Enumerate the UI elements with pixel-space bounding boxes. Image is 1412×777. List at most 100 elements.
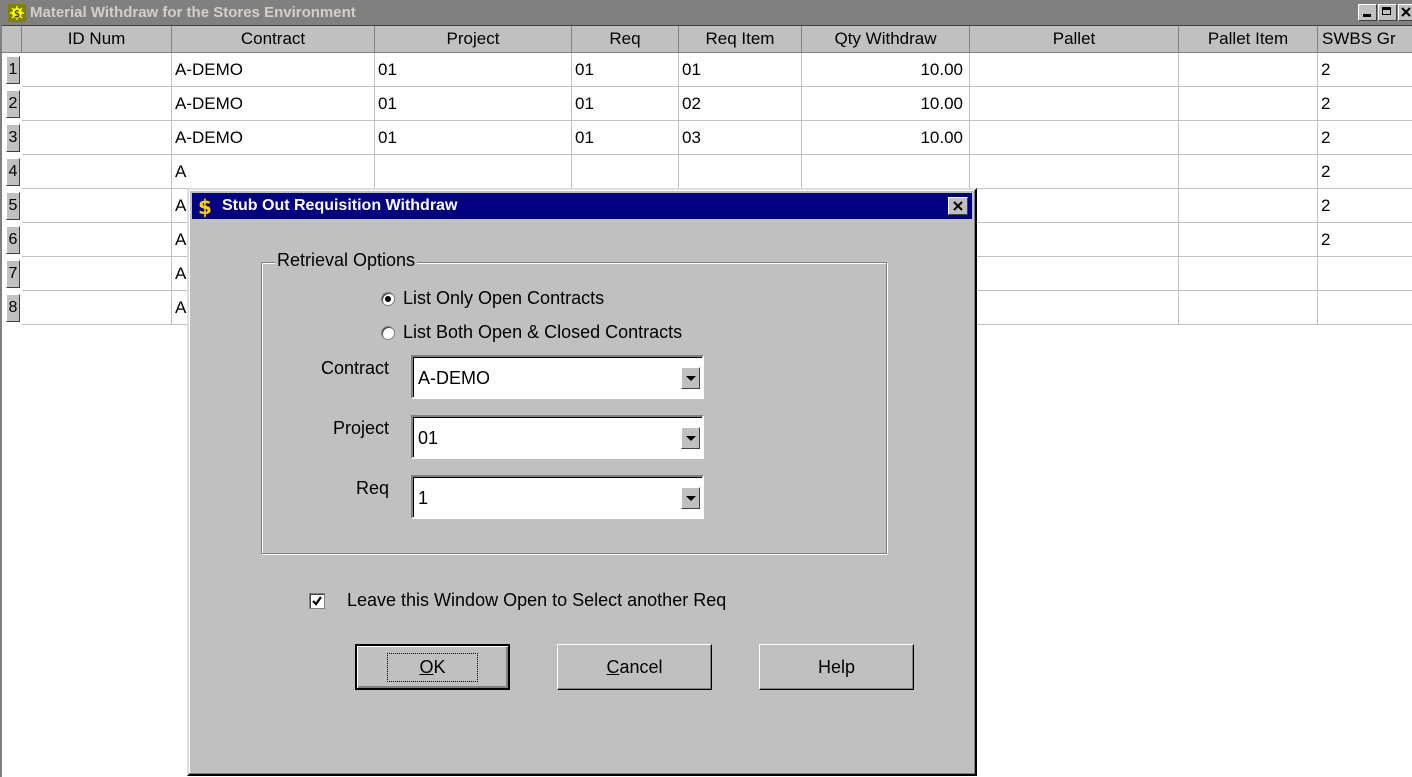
grid-cell-id[interactable] [22,189,172,223]
grid-cell-pallet[interactable] [970,53,1179,87]
grid-cell-pallet-item[interactable] [1179,189,1318,223]
grid-cell-contract[interactable]: A [172,155,375,189]
grid-cell-project[interactable]: 01 [375,121,572,155]
column-header[interactable]: Pallet [970,26,1179,53]
cancel-button[interactable]: Cancel [557,644,712,690]
row-header[interactable]: 5 [6,192,20,220]
row-header[interactable]: 4 [6,158,20,186]
grid-cell-swbs[interactable]: 2 [1318,87,1412,121]
svg-text:$: $ [14,9,20,20]
column-header[interactable]: Req Item [679,26,802,53]
chevron-down-icon[interactable] [681,427,700,449]
grid-cell-pallet[interactable] [970,155,1179,189]
grid-cell-pallet[interactable] [970,223,1179,257]
row-header[interactable]: 3 [6,124,20,152]
grid-cell-req-item[interactable]: 03 [679,121,802,155]
grid-cell-qty[interactable]: 10.00 [802,121,970,155]
radio-open-contracts[interactable]: List Only Open Contracts [381,288,604,309]
grid-cell-pallet-item[interactable] [1179,53,1318,87]
column-header[interactable]: ID Num [22,26,172,53]
grid-cell-pallet-item[interactable] [1179,291,1318,325]
column-header[interactable]: Pallet Item [1179,26,1318,53]
row-header[interactable]: 6 [6,226,20,254]
grid-cell-pallet-item[interactable] [1179,223,1318,257]
contract-combo[interactable]: A-DEMO [411,355,704,399]
row-header[interactable]: 1 [6,56,20,84]
main-title-bar[interactable]: $ Material Withdraw for the Stores Envir… [2,0,1412,26]
grid-cell-swbs[interactable]: 2 [1318,53,1412,87]
grid-cell-swbs[interactable] [1318,291,1412,325]
dialog-title-bar[interactable]: $ Stub Out Requisition Withdraw [192,193,972,219]
grid-cell-qty[interactable] [802,155,970,189]
grid-cell-id[interactable] [22,53,172,87]
leave-open-checkbox-row[interactable]: Leave this Window Open to Select another… [309,590,726,611]
ok-button[interactable]: OK [355,644,510,690]
cancel-mnemonic: C [606,656,620,677]
grid-cell-project[interactable]: 01 [375,53,572,87]
grid-cell-pallet-item[interactable] [1179,257,1318,291]
grid-cell-swbs[interactable] [1318,257,1412,291]
grid-cell-swbs[interactable]: 2 [1318,121,1412,155]
grid-cell-id[interactable] [22,223,172,257]
chevron-down-icon[interactable] [681,487,700,509]
dialog-title: Stub Out Requisition Withdraw [222,197,458,214]
grid-cell-contract[interactable]: A-DEMO [172,121,375,155]
radio-open-label: List Only Open Contracts [403,288,605,308]
row-header[interactable]: 2 [6,90,20,118]
row-header[interactable]: 7 [6,260,20,288]
grid-cell-pallet-item[interactable] [1179,155,1318,189]
grid-cell-project[interactable] [375,155,572,189]
dialog-close-button[interactable] [948,197,968,215]
chevron-down-icon[interactable] [681,367,700,389]
maximize-button[interactable] [1378,4,1397,21]
grid-cell-id[interactable] [22,291,172,325]
radio-button-selected[interactable] [381,291,395,306]
column-header[interactable]: Contract [172,26,375,53]
project-combo[interactable]: 01 [411,415,704,459]
grid-cell-qty[interactable]: 10.00 [802,53,970,87]
grid-cell-req-item[interactable] [679,155,802,189]
grid-cell-contract[interactable]: A-DEMO [172,87,375,121]
radio-both-contracts[interactable]: List Both Open & Closed Contracts [381,322,682,343]
radio-button[interactable] [381,325,395,340]
grid-cell-id[interactable] [22,155,172,189]
grid-cell-swbs[interactable]: 2 [1318,223,1412,257]
grid-cell-req[interactable]: 01 [572,121,679,155]
column-header[interactable]: Project [375,26,572,53]
close-icon [1401,7,1411,17]
grid-cell-pallet[interactable] [970,189,1179,223]
window-title: Material Withdraw for the Stores Environ… [30,4,356,21]
leave-open-checkbox[interactable] [309,592,325,609]
minimize-button[interactable] [1358,4,1377,21]
grid-cell-pallet-item[interactable] [1179,121,1318,155]
column-header[interactable]: Qty Withdraw [802,26,970,53]
group-label: Retrieval Options [275,250,418,271]
grid-cell-swbs[interactable]: 2 [1318,189,1412,223]
grid-cell-id[interactable] [22,121,172,155]
grid-cell-req-item[interactable]: 02 [679,87,802,121]
grid-cell-pallet[interactable] [970,257,1179,291]
grid-cell-contract[interactable]: A-DEMO [172,53,375,87]
grid-cell-project[interactable]: 01 [375,87,572,121]
grid-cell-req[interactable]: 01 [572,87,679,121]
grid-cell-req-item[interactable]: 01 [679,53,802,87]
grid-cell-swbs[interactable]: 2 [1318,155,1412,189]
row-header[interactable]: 8 [6,294,20,322]
grid-cell-pallet[interactable] [970,291,1179,325]
grid-cell-pallet-item[interactable] [1179,87,1318,121]
ok-mnemonic: O [419,656,434,677]
grid-cell-id[interactable] [22,87,172,121]
grid-cell-req[interactable] [572,155,679,189]
project-value: 01 [418,428,439,448]
help-button[interactable]: Help [759,644,914,690]
grid-cell-qty[interactable]: 10.00 [802,87,970,121]
grid-cell-pallet[interactable] [970,121,1179,155]
grid-cell-pallet[interactable] [970,87,1179,121]
column-header[interactable]: SWBS Gr [1318,26,1412,53]
close-button[interactable] [1398,4,1412,21]
grid-cell-req[interactable]: 01 [572,53,679,87]
grid-cell-id[interactable] [22,257,172,291]
column-header[interactable]: Req [572,26,679,53]
req-combo[interactable]: 1 [411,475,704,519]
contract-value: A-DEMO [418,368,490,388]
